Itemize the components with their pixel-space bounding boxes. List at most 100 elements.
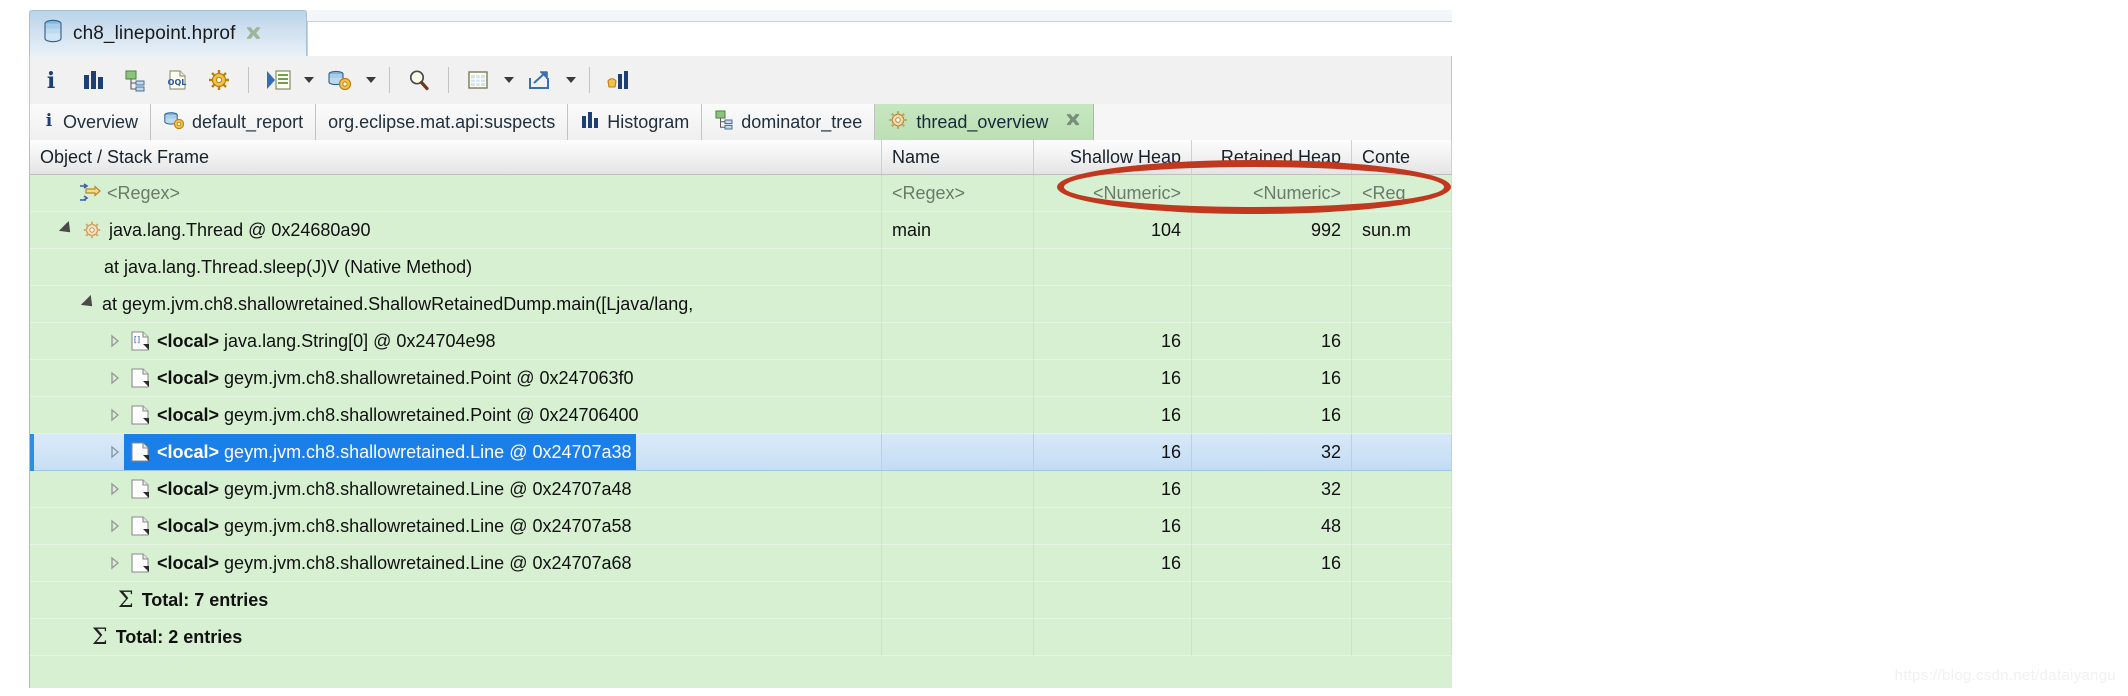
row-local-tag: <local>	[157, 330, 220, 351]
tab-label: Overview	[63, 112, 139, 132]
object-icon	[128, 441, 152, 463]
row-object-label: <local> geym.jvm.ch8.shallowretained.Poi…	[157, 368, 634, 389]
filter-name-value[interactable]: <Regex>	[882, 175, 1034, 212]
find-button[interactable]	[398, 59, 440, 101]
chevron-down-icon	[366, 77, 376, 83]
calculate-precise-retained-size-button[interactable]	[598, 59, 640, 101]
sum-icon: Σ	[118, 587, 134, 613]
row-local-tag: <local>	[157, 552, 220, 573]
row-shallow-heap-value	[1034, 582, 1192, 619]
collapse-arrow-icon[interactable]	[102, 519, 128, 533]
row-shallow-heap-value: 16	[1034, 471, 1192, 508]
expand-arrow-icon[interactable]	[76, 294, 102, 311]
oql-button[interactable]: OQL	[156, 59, 198, 101]
row-object-label: <local> java.lang.String[0] @ 0x24704e98	[157, 331, 496, 352]
column-header-shallow-heap[interactable]: Shallow Heap	[1034, 140, 1192, 174]
row-local-tag: <local>	[157, 367, 220, 388]
row-name-value	[882, 471, 1034, 508]
filter-context-value[interactable]: <Reg	[1352, 175, 1452, 212]
row-object-label: at java.lang.Thread.sleep(J)V (Native Me…	[104, 256, 473, 277]
tab-histogram[interactable]: Histogram	[568, 104, 703, 140]
table-filter-row[interactable]: <Regex> <Regex> <Numeric> <Numeric> <Reg	[30, 175, 1452, 212]
tab-overview[interactable]: i Overview	[30, 104, 152, 140]
export-table-dropdown[interactable]	[499, 59, 519, 101]
row-local-tag: <local>	[157, 441, 220, 462]
expand-arrow-icon[interactable]	[54, 220, 80, 237]
row-object-text: geym.jvm.ch8.shallowretained.Line @ 0x24…	[219, 478, 632, 499]
heap-dump-icon	[42, 19, 64, 48]
export-chart-dropdown[interactable]	[561, 59, 581, 101]
column-header-name[interactable]: Name	[882, 140, 1034, 174]
table-row[interactable]: at geym.jvm.ch8.shallowretained.ShallowR…	[30, 286, 1452, 323]
row-retained-heap-value: 32	[1192, 471, 1352, 508]
tab-thread-overview[interactable]: thread_overview	[875, 104, 1095, 140]
collapse-arrow-icon[interactable]	[102, 556, 128, 570]
editor-tab-strip: ch8_linepoint.hprof	[29, 10, 1452, 56]
table-row[interactable]: <local> geym.jvm.ch8.shallowretained.Poi…	[30, 397, 1452, 434]
heap-report-icon	[163, 110, 185, 135]
object-icon	[128, 367, 152, 389]
histogram-button[interactable]	[72, 59, 114, 101]
view-tab-bar: i Overview default_report org.eclipse.ma…	[29, 104, 1452, 140]
column-header-object-stack-frame[interactable]: Object / Stack Frame	[30, 140, 882, 174]
info-icon: i	[42, 110, 56, 135]
row-context-value	[1352, 323, 1452, 360]
heap-dump-history-button[interactable]	[319, 59, 361, 101]
collapse-arrow-icon[interactable]	[102, 482, 128, 496]
table-row-total: Σ Total: 7 entries	[30, 582, 1452, 619]
table-header-row: Object / Stack Frame Name Shallow Heap R…	[30, 140, 1452, 175]
filter-shallow-value[interactable]: <Numeric>	[1034, 175, 1192, 212]
table-row[interactable]: <local> geym.jvm.ch8.shallowretained.Lin…	[30, 471, 1452, 508]
row-context-value	[1352, 434, 1452, 471]
tab-label: thread_overview	[916, 112, 1049, 132]
collapse-arrow-icon[interactable]	[102, 371, 128, 385]
row-context-value	[1352, 619, 1452, 656]
chevron-down-icon	[304, 77, 314, 83]
open-query-browser-dropdown[interactable]	[299, 59, 319, 101]
collapse-arrow-icon[interactable]	[102, 408, 128, 422]
row-retained-heap-value	[1192, 619, 1352, 656]
row-name-value	[882, 323, 1034, 360]
table-row[interactable]: at java.lang.Thread.sleep(J)V (Native Me…	[30, 249, 1452, 286]
export-table-button[interactable]	[457, 59, 499, 101]
tab-org-eclipse-mat-api-suspects[interactable]: org.eclipse.mat.api:suspects	[316, 104, 569, 140]
row-shallow-heap-value: 16	[1034, 397, 1192, 434]
row-local-tag: <local>	[157, 478, 220, 499]
close-icon[interactable]	[1065, 112, 1081, 133]
open-query-browser-button[interactable]	[257, 59, 299, 101]
table-row-selected[interactable]: <local> geym.jvm.ch8.shallowretained.Lin…	[30, 434, 1452, 471]
row-object-label: <local> geym.jvm.ch8.shallowretained.Poi…	[157, 405, 639, 426]
column-header-retained-heap[interactable]: Retained Heap	[1192, 140, 1352, 174]
heap-dump-history-dropdown[interactable]	[361, 59, 381, 101]
row-retained-heap-value: 48	[1192, 508, 1352, 545]
editor-tab-ch8-linepoint[interactable]: ch8_linepoint.hprof	[29, 10, 307, 56]
filter-icon	[78, 182, 102, 204]
row-retained-heap-value: 16	[1192, 323, 1352, 360]
row-context-value	[1352, 397, 1452, 434]
row-shallow-heap-value: 16	[1034, 545, 1192, 582]
tab-dominator-tree[interactable]: dominator_tree	[702, 104, 876, 140]
column-header-context[interactable]: Conte	[1352, 140, 1452, 174]
dominator-tree-button[interactable]	[114, 59, 156, 101]
row-context-value	[1352, 286, 1452, 323]
filter-retained-value[interactable]: <Numeric>	[1192, 175, 1352, 212]
close-icon[interactable]	[245, 25, 262, 42]
export-chart-button[interactable]	[519, 59, 561, 101]
table-row[interactable]: <local> geym.jvm.ch8.shallowretained.Lin…	[30, 545, 1452, 582]
row-context-value	[1352, 360, 1452, 397]
separator-4	[589, 67, 590, 93]
row-shallow-heap-value	[1034, 619, 1192, 656]
thread-icon	[80, 219, 104, 241]
table-row[interactable]: <local> geym.jvm.ch8.shallowretained.Poi…	[30, 360, 1452, 397]
tab-label: Histogram	[607, 112, 690, 132]
thread-overview-table: Object / Stack Frame Name Shallow Heap R…	[29, 140, 1452, 688]
table-row[interactable]: [] <local> java.lang.String[0] @ 0x24704…	[30, 323, 1452, 360]
collapse-arrow-icon[interactable]	[102, 334, 128, 348]
overview-info-button[interactable]: i	[30, 59, 72, 101]
table-row[interactable]: java.lang.Thread @ 0x24680a90 main 104 9…	[30, 212, 1452, 249]
row-object-label: at geym.jvm.ch8.shallowretained.ShallowR…	[102, 293, 694, 314]
run-expert-system-test-button[interactable]	[198, 59, 240, 101]
table-row[interactable]: <local> geym.jvm.ch8.shallowretained.Lin…	[30, 508, 1452, 545]
tab-default-report[interactable]: default_report	[151, 104, 317, 140]
row-shallow-heap-value: 16	[1034, 323, 1192, 360]
